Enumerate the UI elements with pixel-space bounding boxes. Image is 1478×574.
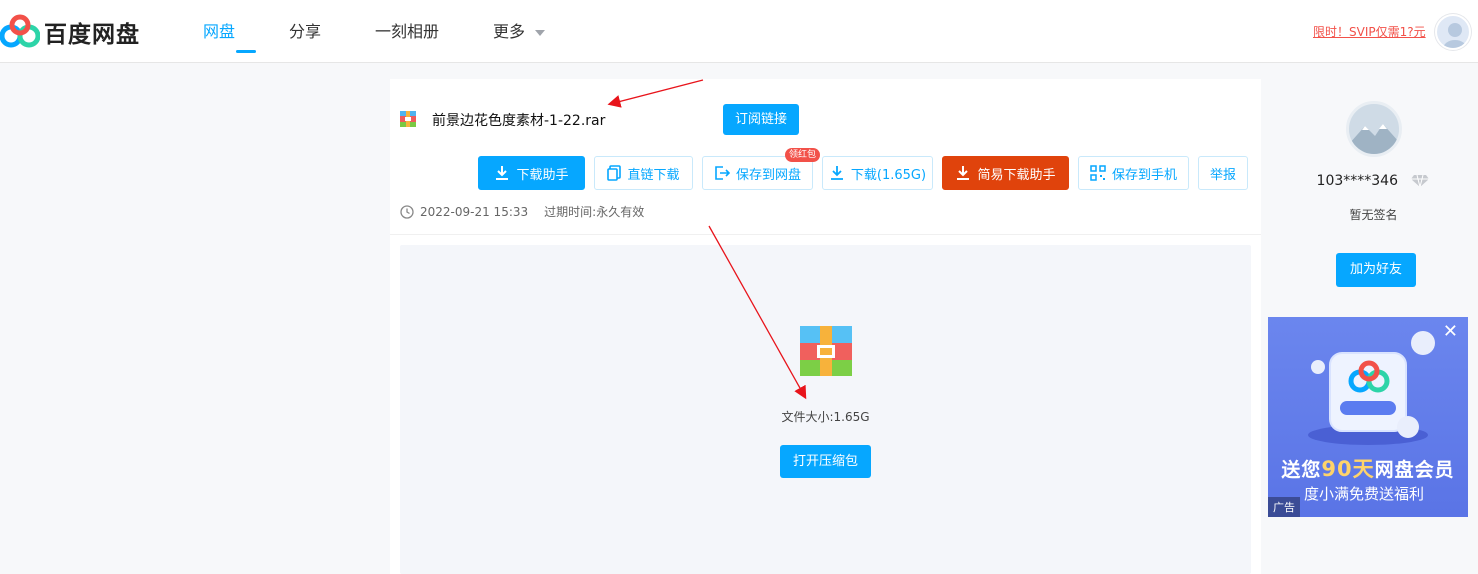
subscribe-link-button[interactable]: 订阅链接	[723, 104, 799, 135]
open-archive-button[interactable]: 打开压缩包	[780, 445, 871, 478]
nav-label: 分享	[289, 22, 322, 41]
ad-headline-post: 网盘会员	[1374, 459, 1455, 481]
top-header: 百度网盘 网盘 分享 一刻相册 更多 限时！SVIP仅需1?元	[0, 0, 1478, 63]
red-packet-badge: 领红包	[784, 148, 820, 162]
expire-value: 永久有效	[596, 205, 645, 219]
nav-item-album[interactable]: 一刻相册	[375, 0, 493, 63]
button-label: 下载(1.65G)	[850, 167, 927, 183]
report-button[interactable]: 举报	[1198, 156, 1248, 190]
divider	[390, 234, 1261, 235]
logo-text: 百度网盘	[44, 22, 140, 48]
main-nav: 网盘 分享 一刻相册 更多	[203, 0, 583, 63]
download-icon	[957, 166, 970, 180]
nav-item-more[interactable]: 更多	[493, 0, 583, 63]
diamond-vip-icon	[1411, 174, 1430, 188]
nav-label: 更多	[493, 22, 526, 41]
netdisk-vip-illustration-icon	[1308, 331, 1435, 445]
chevron-down-icon	[535, 29, 546, 36]
rar-archive-icon	[800, 326, 852, 376]
ad-headline-pre: 送您	[1281, 459, 1322, 481]
close-icon[interactable]: ✕	[1443, 321, 1458, 342]
nav-item-share[interactable]: 分享	[289, 0, 375, 63]
download-icon	[830, 166, 843, 180]
download-button[interactable]: 下载(1.65G)	[822, 156, 933, 190]
svip-promo-link[interactable]: 限时！SVIP仅需1?元	[1313, 23, 1426, 40]
ad-subline: 度小满免费送福利	[1304, 485, 1425, 503]
action-toolbar: 下载助手 直链下载 保存到网盘 领红包 下载(1.65G) 简易下载助手 保存到…	[478, 148, 1248, 190]
button-label: 保存到手机	[1111, 167, 1177, 183]
file-share-card: 前景边花色度素材-1-22.rar 订阅链接 下载助手 直链下载 保存到网盘 领…	[390, 79, 1261, 574]
clock-icon	[400, 204, 414, 219]
file-meta: 2022-09-21 15:33 过期时间: 永久有效	[400, 203, 644, 220]
nav-label: 一刻相册	[375, 22, 440, 41]
file-preview-area: 文件大小:1.65G 打开压缩包	[400, 245, 1251, 574]
save-export-icon	[715, 166, 730, 180]
logo[interactable]: 百度网盘	[0, 14, 140, 50]
direct-download-button[interactable]: 直链下载	[594, 156, 693, 190]
ad-tag: 广告	[1268, 497, 1300, 517]
ad-headline: 送您90天网盘会员	[1268, 453, 1468, 483]
easy-download-helper-button[interactable]: 简易下载助手	[942, 156, 1069, 190]
save-to-netdisk-button[interactable]: 保存到网盘 领红包	[702, 148, 820, 190]
download-helper-button[interactable]: 下载助手	[478, 156, 585, 190]
add-friend-button[interactable]: 加为好友	[1336, 253, 1416, 287]
sharer-username-row: 103****346	[1269, 173, 1478, 189]
nav-label: 网盘	[203, 22, 236, 41]
sharer-signature: 暂无签名	[1349, 208, 1398, 222]
button-label: 下载助手	[516, 167, 569, 183]
ad-headline-highlight: 90天	[1321, 457, 1375, 481]
nav-item-netdisk[interactable]: 网盘	[203, 0, 289, 63]
save-to-phone-button[interactable]: 保存到手机	[1078, 156, 1189, 190]
file-name: 前景边花色度素材-1-22.rar	[432, 113, 606, 129]
download-icon	[496, 166, 509, 180]
button-label: 简易下载助手	[977, 167, 1056, 183]
share-date: 2022-09-21 15:33	[420, 204, 529, 219]
sharer-profile-card: 103****346 暂无签名 加为好友	[1269, 79, 1478, 309]
file-size: 文件大小:1.65G	[781, 410, 870, 424]
button-label: 举报	[1209, 167, 1236, 183]
expire-label: 过期时间:	[544, 205, 597, 219]
copy-link-icon	[607, 165, 622, 181]
qr-code-icon	[1090, 165, 1106, 181]
button-label: 直链下载	[627, 167, 680, 183]
baidu-netdisk-logo-icon	[0, 14, 41, 50]
vip-ad-banner[interactable]: ✕ 送您90天网盘会员 度小满免费送福利 广告	[1268, 317, 1468, 517]
rar-file-icon	[400, 111, 416, 127]
sharer-username: 103****346	[1316, 173, 1398, 189]
avatar[interactable]	[1435, 14, 1471, 50]
button-label: 保存到网盘	[735, 167, 801, 183]
sharer-avatar	[1346, 101, 1402, 157]
